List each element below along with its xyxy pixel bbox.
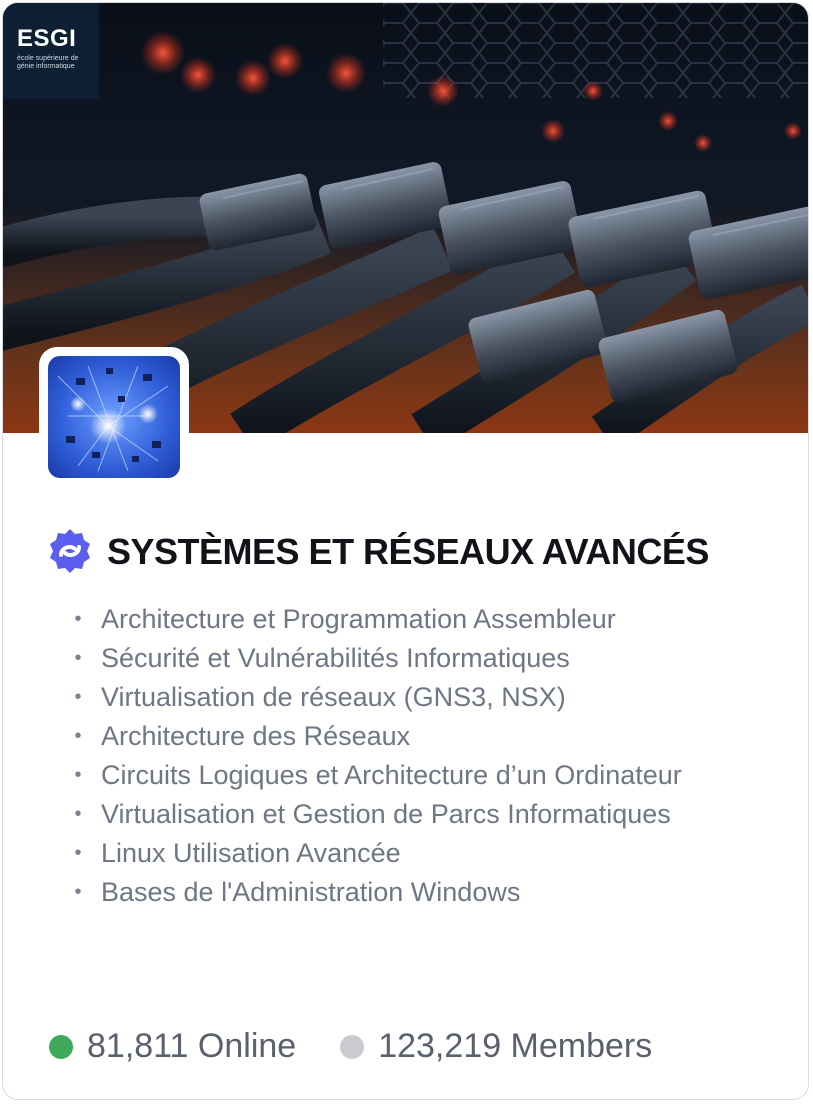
list-item: • Virtualisation et Gestion de Parcs Info… [67,795,682,834]
brand-tagline: école supérieure de génie informatique [17,55,79,70]
bullet-icon: • [74,608,82,630]
bullet-icon: • [74,686,82,708]
online-status-icon [49,1034,73,1059]
brand-name: ESGI [17,25,77,52]
topic-label: Virtualisation de réseaux (GNS3, NSX) [101,682,566,712]
topic-label: Circuits Logiques et Architecture d’un O… [101,760,682,790]
verified-badge-icon [50,529,90,573]
bullet-icon: • [74,842,82,864]
list-item: • Linux Utilisation Avancée [67,834,682,873]
topic-label: Bases de l'Administration Windows [101,877,521,907]
bullet-icon: • [74,647,82,669]
list-item: • Sécurité et Vulnérabilités Informatique… [67,639,682,678]
members-status-icon [340,1034,365,1059]
topic-label: Sécurité et Vulnérabilités Informatiques [101,643,570,673]
member-stats: 81,811 Online 123,219 Members [49,1027,696,1066]
server-avatar[interactable] [39,347,189,487]
online-count: 81,811 Online [87,1027,297,1065]
list-item: • Bases de l'Administration Windows [67,873,682,912]
topic-list: • Architecture et Programmation Assembleu… [67,600,682,912]
avatar-image [48,356,180,478]
bullet-icon: • [74,803,82,825]
list-item: • Architecture et Programmation Assembleu… [67,600,682,639]
topic-label: Linux Utilisation Avancée [101,838,401,868]
members-count: 123,219 Members [378,1027,653,1065]
list-item: • Architecture des Réseaux [67,717,682,756]
title-row: SYSTÈMES ET RÉSEAUX AVANCÉS [45,527,709,577]
brand-logo: ESGI école supérieure de génie informati… [3,3,99,99]
topic-label: Architecture et Programmation Assembleur [101,604,616,634]
list-item: • Circuits Logiques et Architecture d’un … [67,756,682,795]
server-card[interactable]: ESGI école supérieure de génie informati… [2,2,809,1100]
members-stat: 123,219 Members [340,1027,652,1066]
server-title: SYSTÈMES ET RÉSEAUX AVANCÉS [107,531,709,572]
online-stat: 81,811 Online [49,1027,296,1066]
bullet-icon: • [74,725,82,747]
bullet-icon: • [74,764,82,786]
network-nodes-illustration [48,356,180,478]
list-item: • Virtualisation de réseaux (GNS3, NSX) [67,678,682,717]
topic-label: Architecture des Réseaux [101,721,411,751]
topic-label: Virtualisation et Gestion de Parcs Infor… [101,799,671,829]
bullet-icon: • [74,881,82,903]
